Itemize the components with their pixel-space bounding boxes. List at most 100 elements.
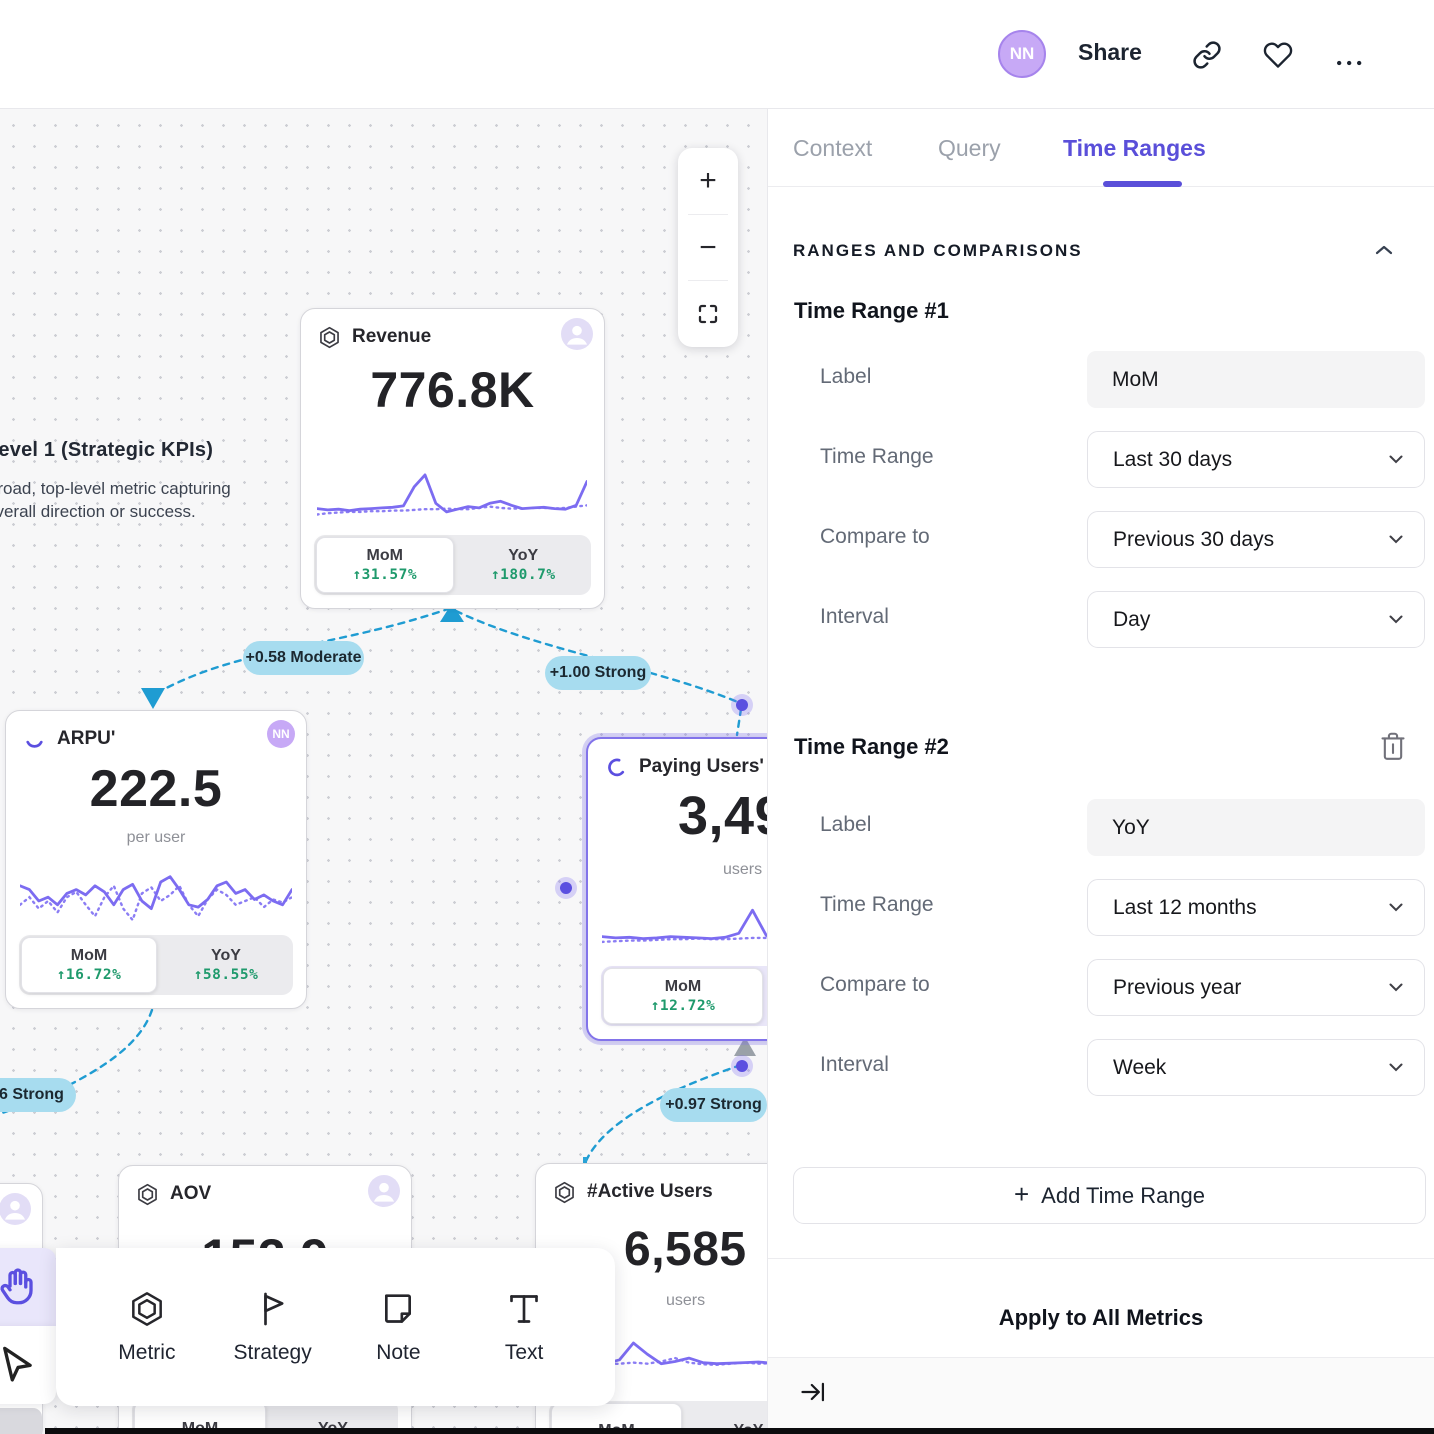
field-label: Compare to (820, 525, 930, 549)
tool-strategy[interactable]: Strategy (218, 1289, 328, 1365)
badge-mom[interactable]: MoM ↑16.72% (21, 937, 157, 993)
edge-label-strong-1[interactable]: +1.00 Strong (545, 656, 651, 690)
badge-yoy[interactable]: YoY ↑58.55% (159, 935, 293, 995)
hand-tool[interactable] (0, 1248, 56, 1326)
window-bottom-edge (45, 1428, 1434, 1434)
add-time-range-button[interactable]: + Add Time Range (793, 1167, 1426, 1224)
sparkline (317, 467, 587, 533)
edge-label-moderate[interactable]: +0.58 Moderate (243, 641, 364, 675)
fit-view-button[interactable] (678, 281, 738, 347)
collapse-right-icon (799, 1378, 827, 1406)
tool-note[interactable]: Note (343, 1289, 453, 1365)
metric-tree-canvas[interactable]: Level 1 (Strategic KPIs) Broad, top-leve… (0, 109, 767, 1434)
chevron-down-icon (1389, 455, 1403, 464)
share-button[interactable]: Share (1078, 39, 1142, 66)
chevron-down-icon (1389, 615, 1403, 624)
arrowhead-into-arpu (141, 688, 165, 709)
clipped-text-fragment: s (0, 789, 1, 811)
label-input[interactable]: YoY (1087, 799, 1425, 856)
apply-to-all-metrics-button[interactable]: Apply to All Metrics (768, 1305, 1434, 1331)
card-title: Revenue (352, 326, 431, 348)
metric-card-paying-users[interactable]: Paying Users' 3,49 users MoM ↑12.72% (586, 737, 767, 1041)
collapse-panel-button[interactable] (799, 1378, 827, 1406)
sparkline (20, 863, 292, 939)
app-root: NN Share Level 1 (Strategic KPIs) Broad,… (0, 0, 1434, 1434)
copy-link-icon[interactable] (1192, 40, 1222, 70)
time-range-select[interactable]: Last 12 months (1087, 879, 1425, 936)
metric-card-arpu[interactable]: ARPU' NN 222.5 per user MoM ↑16.72% YoY … (5, 710, 307, 1009)
canvas-toolbar: Metric Strategy Note Text (56, 1248, 615, 1406)
field-label: Time Range (820, 893, 934, 917)
field-label: Interval (820, 605, 889, 629)
flag-icon (253, 1289, 293, 1329)
panel-bottom-bar (768, 1358, 1434, 1434)
collapse-section-button[interactable] (1374, 243, 1394, 257)
interval-select[interactable]: Week (1087, 1039, 1425, 1096)
clipped-card-footer (0, 1408, 42, 1434)
edge-label-strong-097[interactable]: +0.97 Strong (660, 1088, 767, 1122)
note-icon (378, 1289, 418, 1329)
tool-text[interactable]: Text (469, 1289, 579, 1365)
metric-value: 222.5 (6, 759, 306, 819)
card-title: #Active Users (587, 1181, 713, 1203)
tool-metric[interactable]: Metric (92, 1289, 202, 1365)
edge-endpoint-dot (736, 1060, 748, 1072)
chevron-down-icon (1389, 903, 1403, 912)
hexagon-metric-icon (552, 1180, 577, 1205)
zoom-out-button[interactable]: − (678, 215, 738, 281)
zoom-control: + − (678, 148, 738, 347)
field-label: Label (820, 813, 871, 837)
field-label: Time Range (820, 445, 934, 469)
chevron-down-icon (1389, 1063, 1403, 1072)
annotation-title: Level 1 (Strategic KPIs) (0, 439, 256, 462)
field-label: Interval (820, 1053, 889, 1077)
metric-unit: users (588, 861, 767, 879)
badge-yoy[interactable]: YoY ↑180.7% (456, 535, 592, 595)
loading-spinner-icon (22, 727, 47, 752)
metric-value: 3,49 (588, 785, 767, 847)
card-title: ARPU' (57, 728, 115, 750)
metric-card-revenue[interactable]: Revenue 776.8K MoM ↑31.57% YoY ↑180.7% (300, 308, 605, 609)
fullscreen-icon (696, 302, 720, 326)
owner-avatar[interactable] (368, 1175, 400, 1207)
active-tab-underline (1103, 181, 1182, 187)
text-icon (504, 1289, 544, 1329)
select-tool[interactable] (0, 1326, 56, 1404)
cursor-icon (0, 1344, 38, 1386)
chevron-up-icon (1374, 244, 1394, 256)
owner-avatar[interactable] (0, 1193, 31, 1225)
hexagon-icon (127, 1289, 167, 1329)
panel-tabs: Context Query Time Ranges (768, 109, 1434, 187)
more-options-icon[interactable] (1335, 48, 1365, 78)
chevron-down-icon (1389, 983, 1403, 992)
annotation-line1: Broad, top-level metric capturing (0, 479, 231, 498)
edge-endpoint-dot (736, 699, 748, 711)
label-input[interactable]: MoM (1087, 351, 1425, 408)
compare-to-select[interactable]: Previous 30 days (1087, 511, 1425, 568)
field-label: Compare to (820, 973, 930, 997)
tab-time-ranges[interactable]: Time Ranges (1063, 135, 1206, 162)
hand-icon (0, 1266, 38, 1308)
card-title: Paying Users' (639, 756, 764, 778)
trash-icon (1379, 730, 1407, 762)
time-range-select[interactable]: Last 30 days (1087, 431, 1425, 488)
owner-avatar[interactable] (561, 318, 593, 350)
settings-panel: Context Query Time Ranges RANGES AND COM… (767, 109, 1434, 1434)
favorite-heart-icon[interactable] (1263, 40, 1293, 70)
interval-select[interactable]: Day (1087, 591, 1425, 648)
zoom-in-button[interactable]: + (678, 148, 738, 214)
tab-query[interactable]: Query (938, 135, 1001, 162)
metric-unit: per user (6, 829, 306, 847)
sparkline (602, 897, 767, 963)
hexagon-metric-icon (317, 325, 342, 350)
delete-time-range-button[interactable] (1379, 730, 1407, 762)
plus-icon: + (1014, 1179, 1029, 1210)
badge-mom[interactable]: MoM ↑12.72% (603, 968, 763, 1024)
metric-value: 776.8K (301, 361, 604, 419)
tab-context[interactable]: Context (793, 135, 872, 162)
edge-label-strong-066[interactable]: 66 Strong (0, 1078, 76, 1112)
compare-to-select[interactable]: Previous year (1087, 959, 1425, 1016)
user-avatar[interactable]: NN (998, 30, 1046, 78)
badge-mom[interactable]: MoM ↑31.57% (316, 537, 454, 593)
annotation-line2: overall direction or success. (0, 502, 196, 521)
